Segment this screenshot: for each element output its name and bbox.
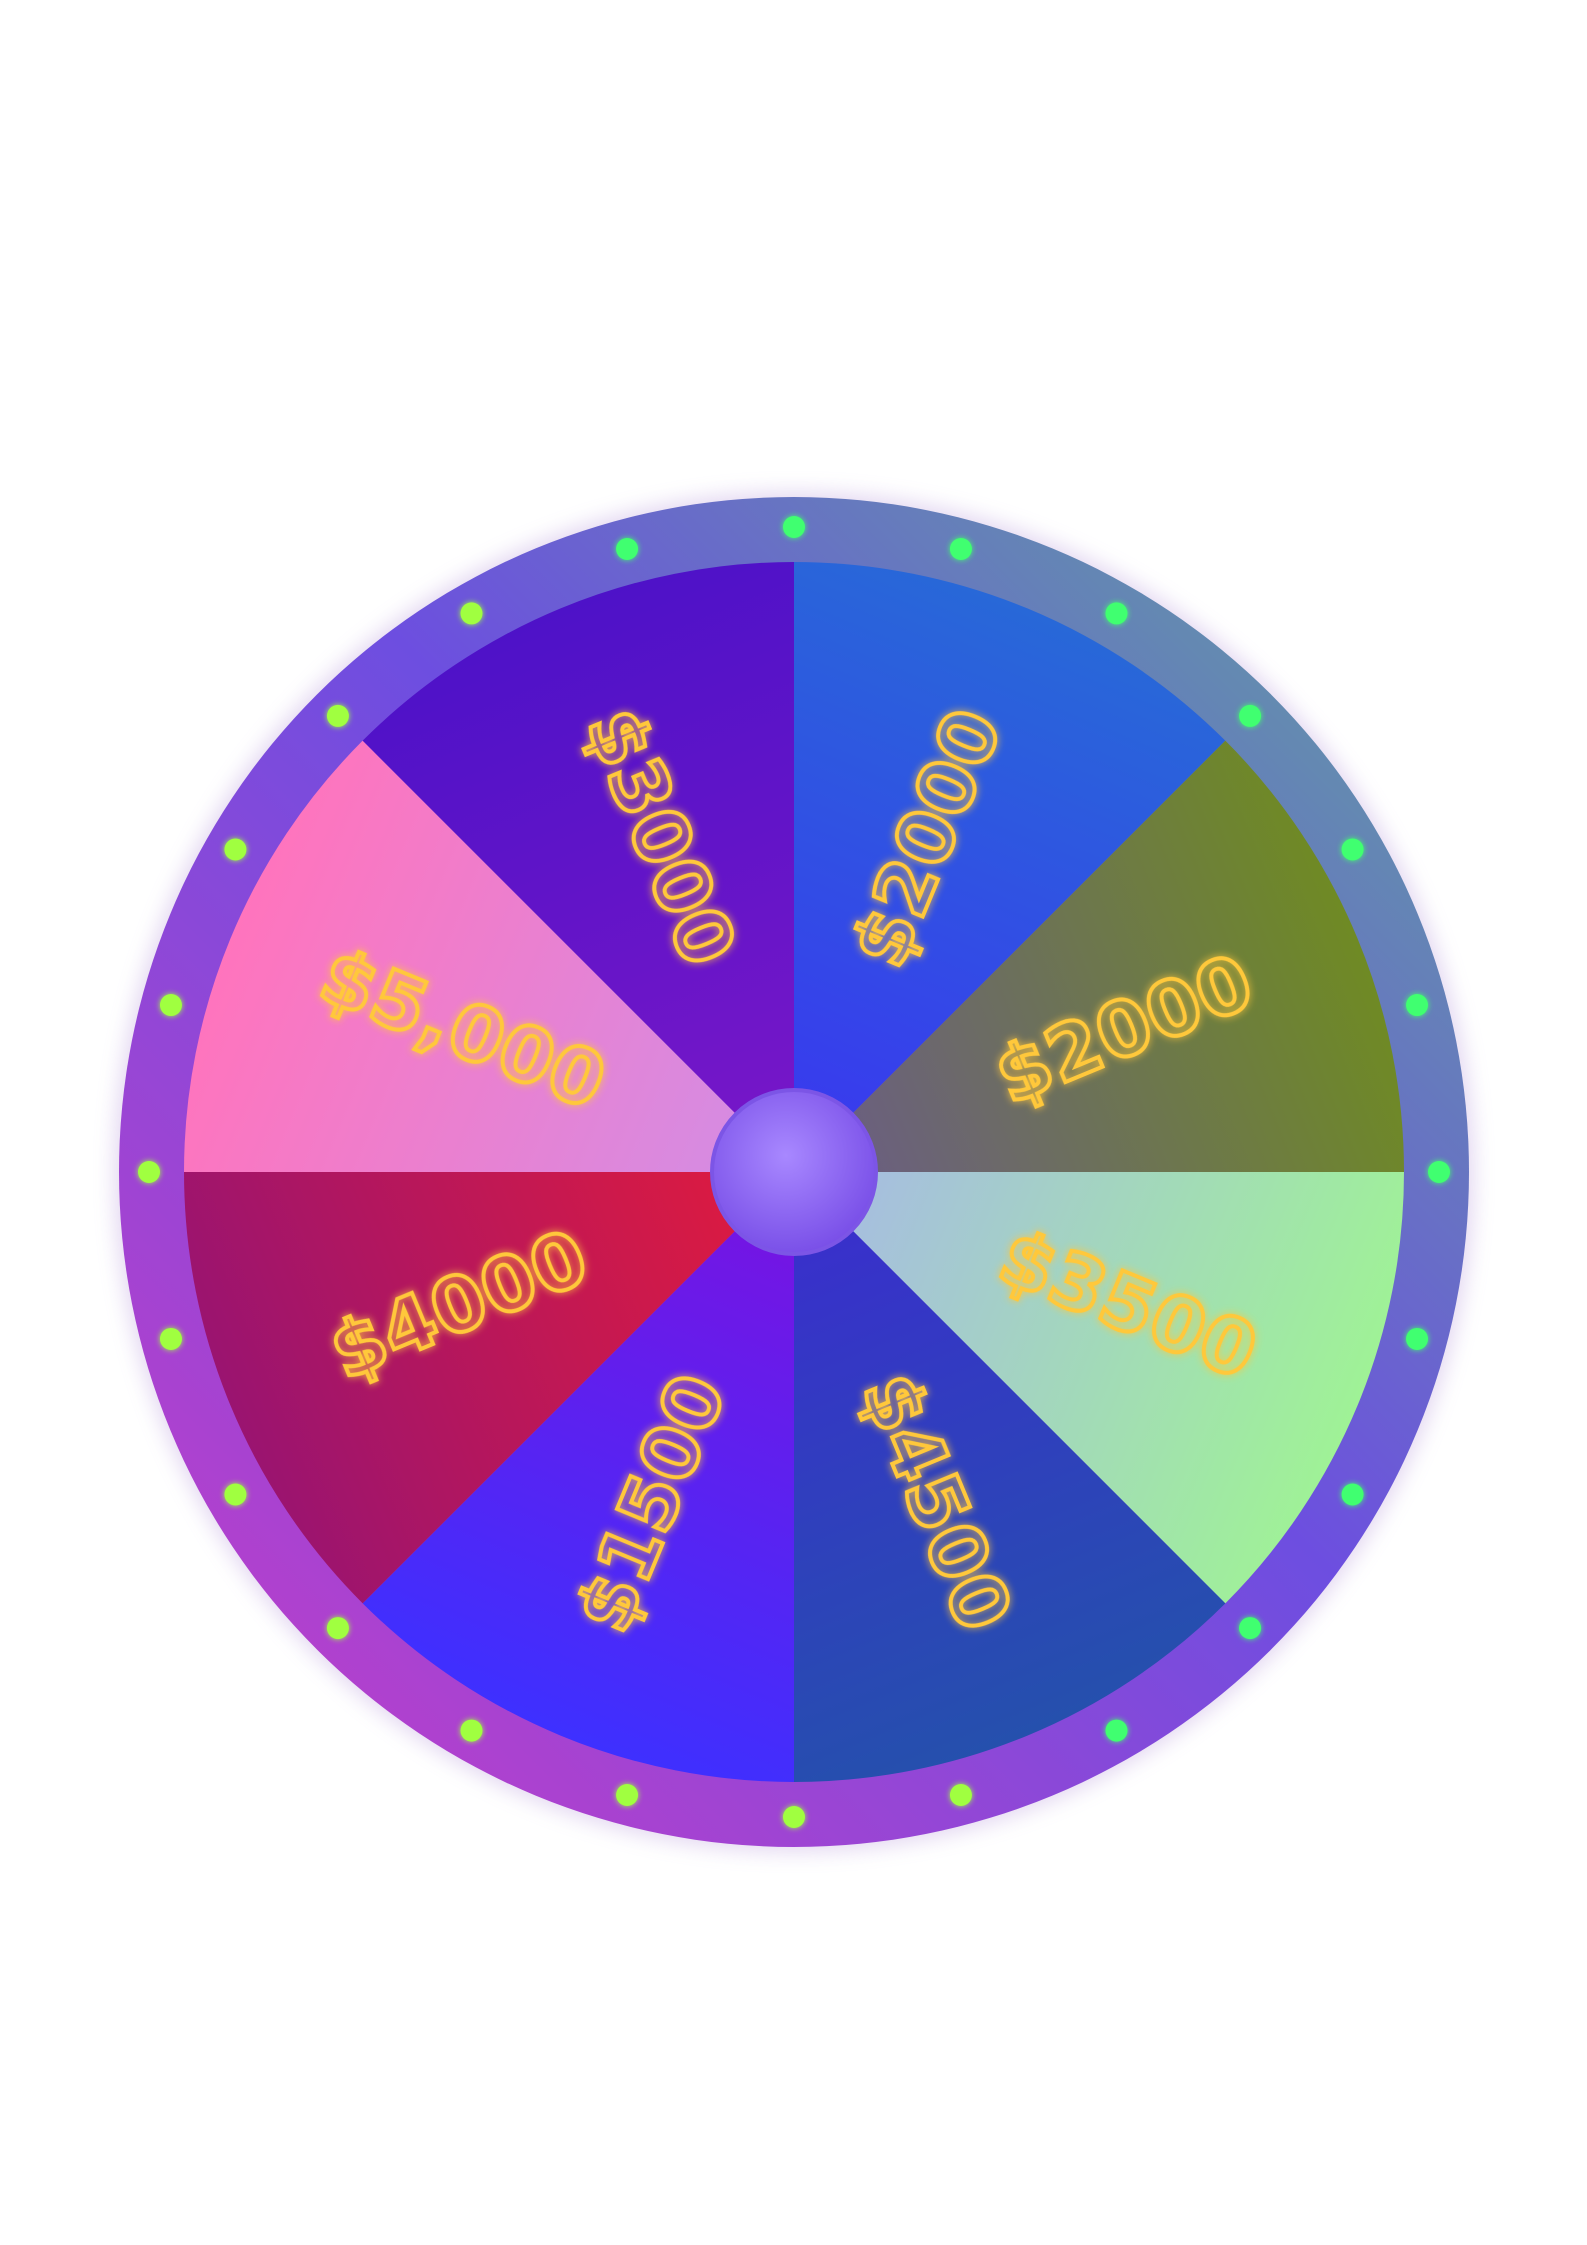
rim-bulb: [616, 537, 639, 560]
rim-bulb: [1239, 704, 1262, 727]
wheel-hub[interactable]: [710, 1088, 878, 1256]
rim-bulb: [138, 1161, 160, 1183]
rim-bulb: [326, 704, 349, 727]
rim-bulb: [783, 516, 805, 538]
rim-bulb: [1341, 1483, 1364, 1506]
rim-bulb: [460, 602, 483, 625]
rim-bulb: [783, 1806, 805, 1828]
rim-bulb: [1406, 994, 1429, 1017]
rim-bulb: [1105, 1719, 1128, 1742]
rim-bulb: [224, 838, 247, 861]
rim-bulb: [1341, 838, 1364, 861]
rim-bulb: [949, 1784, 972, 1807]
rim-bulb: [1239, 1617, 1262, 1640]
rim-bulb: [460, 1719, 483, 1742]
rim-bulb: [949, 537, 972, 560]
rim-bulb: [1428, 1161, 1450, 1183]
rim-bulb: [1406, 1327, 1429, 1350]
rim-bulb: [616, 1784, 639, 1807]
prize-wheel[interactable]: $2000$2000$3500$4500$1500$4000$5,000$300…: [0, 0, 1587, 2245]
rim-bulb: [326, 1617, 349, 1640]
rim-bulb: [224, 1483, 247, 1506]
prize-wheel-stage: $2000 $2000 $3500 $4500 $1500 $4000 $5,000 $300…: [0, 0, 1587, 2245]
rim-bulb: [1105, 602, 1128, 625]
rim-bulb: [159, 1327, 182, 1350]
rim-bulb: [159, 994, 182, 1017]
